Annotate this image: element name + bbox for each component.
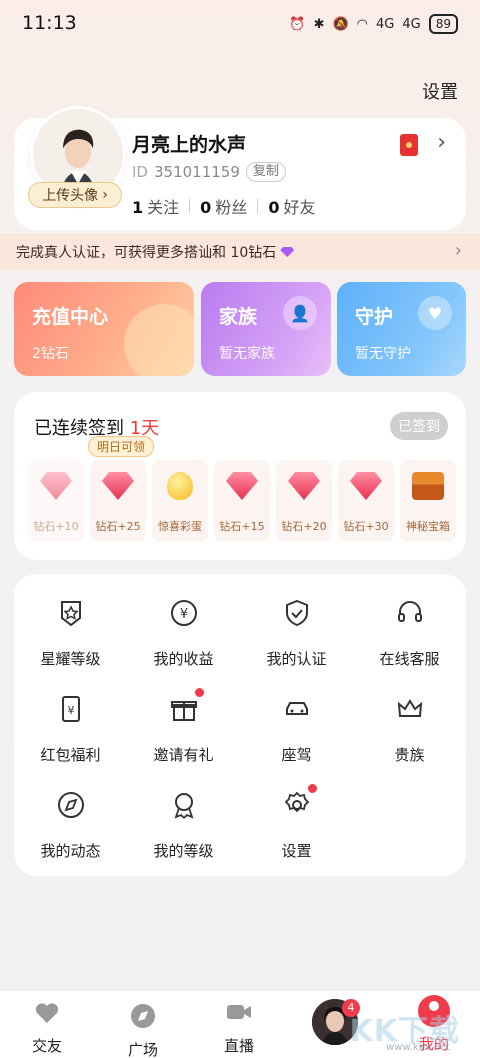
signin-day-7[interactable]: 神秘宝箱 [400, 460, 456, 542]
video-camera-icon [227, 1005, 251, 1019]
compass-icon [131, 1004, 155, 1028]
signal-4g-label: 4G [376, 16, 395, 32]
notification-dot [308, 784, 317, 793]
menu-item-earnings[interactable]: ¥ 我的收益 [127, 598, 240, 668]
menu-item-verification[interactable]: 我的认证 [240, 598, 353, 668]
signin-day-2[interactable]: 钻石+25 [90, 460, 146, 542]
gem-icon [102, 472, 134, 500]
chest-icon [412, 472, 444, 500]
status-icons: ⏰ ✱ 🔕 ◠ 4G 4G 89 [289, 14, 458, 34]
verify-banner-text: 完成真人认证，可获得更多搭讪和 10钻石 [16, 245, 277, 261]
medal-icon [174, 793, 193, 819]
stats-row: 1 关注 0 粉丝 0 好友 [132, 194, 315, 218]
gear-icon [284, 791, 309, 813]
heart-icon [35, 1003, 59, 1023]
feature-subtitle: 暂无守护 [355, 346, 411, 362]
signin-day-1[interactable]: 钻石+10 [28, 460, 84, 542]
menu-item-settings[interactable]: 设置 [240, 784, 353, 860]
nickname: 月亮上的水声 [132, 134, 247, 156]
tab-square[interactable]: 广场 [108, 1001, 178, 1058]
stat-following[interactable]: 1 关注 [132, 194, 179, 218]
menu-item-customer-service[interactable]: 在线客服 [353, 598, 466, 668]
chevron-right-icon[interactable]: › [437, 130, 446, 155]
signal-4g-label-2: 4G [402, 16, 421, 32]
feature-subtitle: 2钻石 [32, 346, 69, 362]
signin-day-5[interactable]: 钻石+20 [276, 460, 332, 542]
guard-card[interactable]: ♥ 守护 暂无守护 [337, 282, 466, 376]
feature-subtitle: 暂无家族 [219, 346, 275, 362]
divider [257, 199, 259, 213]
car-icon [285, 702, 308, 715]
settings-link[interactable]: 设置 [422, 78, 458, 104]
red-packet-icon[interactable] [400, 134, 418, 156]
signin-day-4[interactable]: 钻石+15 [214, 460, 270, 542]
headset-icon [397, 601, 422, 622]
egg-icon [167, 472, 193, 500]
mute-icon: 🔕 [332, 16, 349, 32]
id-tag: ID [132, 163, 148, 181]
upload-avatar-button[interactable]: 上传头像 › [28, 182, 122, 208]
compass-icon [57, 792, 84, 818]
signed-button[interactable]: 已签到 [390, 412, 448, 440]
upload-avatar-label: 上传头像 [42, 188, 99, 204]
notification-dot [195, 688, 204, 697]
stat-friends[interactable]: 0 好友 [268, 194, 315, 218]
heart-icon: ♥ [418, 296, 452, 330]
chevron-right-icon: › [102, 187, 108, 203]
menu-item-star-level[interactable]: 星耀等级 [14, 598, 127, 668]
gem-icon [40, 472, 72, 500]
svg-text:¥: ¥ [67, 704, 74, 717]
red-packet-icon: ¥ [61, 696, 80, 722]
tab-live[interactable]: 直播 [204, 997, 274, 1056]
crown-icon [397, 699, 422, 717]
menu-item-nobility[interactable]: 贵族 [353, 694, 466, 764]
menu-item-invite[interactable]: 邀请有礼 [127, 688, 240, 764]
watermark-url: www.kkx.net [386, 1042, 450, 1053]
shield-check-icon [285, 599, 308, 627]
tab-friends[interactable]: 交友 [12, 997, 82, 1056]
diamond-icon [280, 247, 295, 257]
menu-item-moments[interactable]: 我的动态 [14, 790, 127, 860]
divider [189, 199, 191, 213]
alarm-icon: ⏰ [289, 16, 306, 32]
signin-days-row: 钻石+10 钻石+25 惊喜彩蛋 钻石+15 钻石+20 钻石+30 神秘宝箱 [28, 460, 456, 542]
signin-day-3[interactable]: 惊喜彩蛋 [152, 460, 208, 542]
status-time: 11:13 [22, 12, 77, 34]
wifi-icon: ◠ [356, 16, 368, 32]
user-id: 351011159 [153, 163, 240, 181]
menu-grid: 星耀等级 ¥ 我的收益 我的认证 在线客服 ¥ 红包福利 邀请有礼 座驾 贵族 … [14, 598, 466, 860]
family-card[interactable]: 👤 家族 暂无家族 [201, 282, 331, 376]
menu-item-red-packet[interactable]: ¥ 红包福利 [14, 694, 127, 764]
menu-item-my-level[interactable]: 我的等级 [127, 790, 240, 860]
status-bar: 11:13 ⏰ ✱ 🔕 ◠ 4G 4G 89 [0, 0, 480, 48]
yuan-coin-icon: ¥ [170, 600, 197, 626]
gem-icon [350, 472, 382, 500]
bluetooth-icon: ✱ [313, 16, 325, 32]
feature-row: 充值中心 2钻石 👤 家族 暂无家族 ♥ 守护 暂无守护 [14, 282, 466, 376]
menu-card: 星耀等级 ¥ 我的收益 我的认证 在线客服 ¥ 红包福利 邀请有礼 座驾 贵族 … [14, 574, 466, 876]
user-id-row: ID 351011159 复制 [132, 162, 286, 182]
verify-banner[interactable]: 完成真人认证，可获得更多搭讪和 10钻石 › [0, 234, 480, 270]
svg-text:¥: ¥ [179, 607, 187, 622]
gem-icon [226, 472, 258, 500]
profile-card[interactable]: 上传头像 › 月亮上的水声 ID 351011159 复制 1 关注 0 粉丝 0好… [14, 106, 466, 230]
gift-icon [170, 701, 197, 721]
signin-card: 已连续签到 1天 已签到 明日可领 钻石+10 钻石+25 惊喜彩蛋 钻石+15… [14, 392, 466, 560]
star-badge-icon [60, 601, 81, 627]
stat-fans[interactable]: 0 粉丝 [200, 194, 247, 218]
recharge-center-card[interactable]: 充值中心 2钻石 [14, 282, 194, 376]
tomorrow-badge: 明日可领 [88, 436, 155, 457]
menu-item-vehicle[interactable]: 座驾 [240, 694, 353, 764]
copy-id-button[interactable]: 复制 [245, 162, 286, 182]
signin-day-6[interactable]: 钻石+30 [338, 460, 394, 542]
battery-icon: 89 [428, 14, 458, 34]
family-icon: 👤 [283, 296, 317, 330]
chevron-right-icon: › [454, 240, 462, 261]
gem-icon [288, 472, 320, 500]
